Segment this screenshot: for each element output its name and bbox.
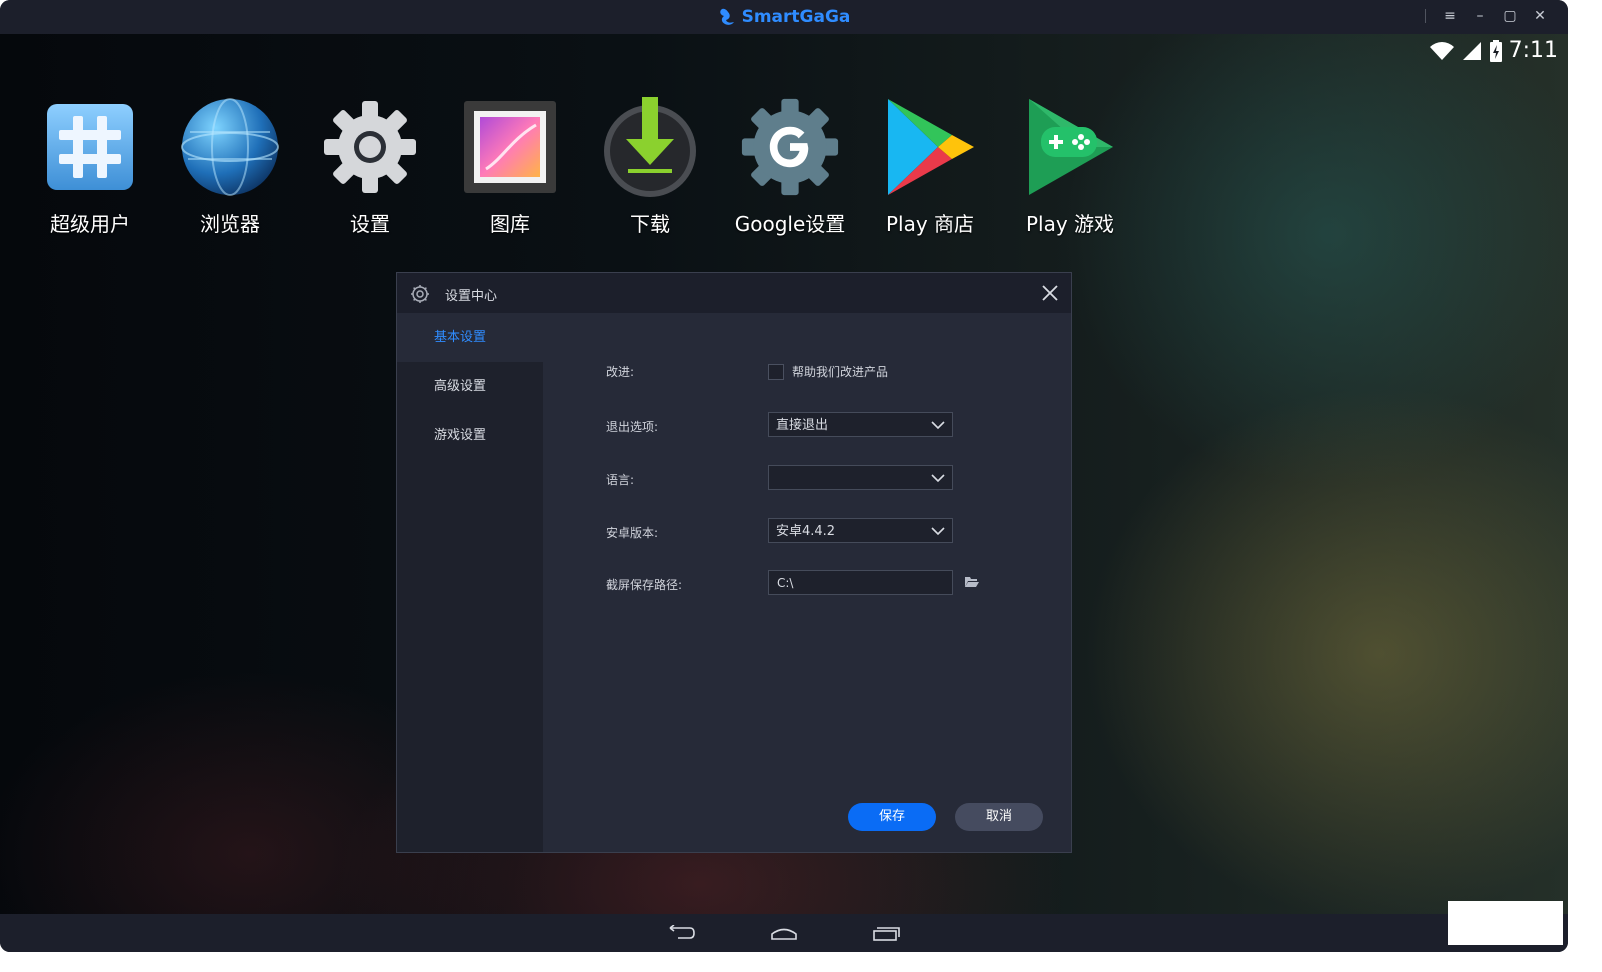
cancel-button[interactable]: 取消: [955, 803, 1043, 831]
recent-apps-button[interactable]: [870, 921, 902, 945]
google-settings-icon: [741, 98, 839, 196]
app-label: Play 商店: [885, 212, 975, 236]
settings-gear-icon: [411, 285, 429, 303]
screenshot-path-label: 截屏保存路径:: [606, 578, 683, 592]
home-icon: [771, 928, 797, 940]
app-shortcut-row: 超级用户 浏览器 设置 图库 下载 Google设置 Play 商店 Play …: [20, 94, 1140, 237]
folder-open-icon[interactable]: [964, 575, 980, 588]
recent-apps-icon: [873, 927, 900, 941]
android-status-bar: 7:11: [1429, 38, 1558, 63]
app-label: 浏览器: [200, 212, 260, 236]
signal-icon: [1462, 41, 1481, 60]
back-button[interactable]: [666, 921, 698, 945]
minimize-button[interactable]: –: [1472, 6, 1488, 26]
app-label: 下载: [630, 212, 670, 236]
app-label: 设置: [350, 212, 390, 236]
screenshot-path-input[interactable]: [768, 570, 953, 595]
title-bar: SmartGaGa ≡ – ▢ ✕: [0, 0, 1568, 34]
back-icon: [669, 925, 695, 939]
close-window-button[interactable]: ✕: [1532, 6, 1548, 26]
app-gallery[interactable]: 图库: [440, 94, 580, 237]
battery-charging-icon: [1489, 39, 1502, 62]
exit-option-select[interactable]: 直接退出: [768, 412, 953, 437]
play-store-icon: [888, 99, 974, 195]
language-select[interactable]: [768, 465, 953, 490]
android-screen: 7:11 超级用户 浏览器 设置 图库 下载 Google设置 Play 商店 …: [0, 34, 1568, 914]
superuser-icon: [47, 104, 133, 190]
sidebar-item-advanced-settings[interactable]: 高级设置: [397, 362, 543, 411]
android-version-select[interactable]: 安卓4.4.2: [768, 518, 953, 543]
app-download[interactable]: 下载: [580, 94, 720, 237]
app-google-settings[interactable]: Google设置: [720, 94, 860, 237]
app-label: Google设置: [734, 212, 846, 236]
save-button[interactable]: 保存: [848, 803, 936, 831]
dialog-header: 设置中心: [397, 273, 1071, 313]
menu-icon[interactable]: ≡: [1442, 6, 1458, 26]
gallery-icon: [464, 101, 556, 193]
exit-option-label: 退出选项:: [606, 420, 659, 434]
improve-product-checkbox[interactable]: [768, 364, 784, 380]
app-brand: SmartGaGa: [718, 7, 851, 27]
settings-dialog: 设置中心 基本设置 高级设置 游戏设置 改进: 帮助我们改进产品 退出选项: 直…: [397, 273, 1071, 852]
android-version-value: 安卓4.4.2: [776, 524, 836, 539]
chevron-down-icon: [931, 474, 945, 483]
app-browser[interactable]: 浏览器: [160, 94, 300, 237]
blank-overlay: [1448, 901, 1563, 945]
wifi-icon: [1429, 41, 1454, 60]
swan-logo-icon: [719, 8, 734, 25]
globe-icon: [181, 98, 279, 196]
improve-product-checkbox-label[interactable]: 帮助我们改进产品: [792, 363, 888, 380]
chevron-down-icon: [931, 527, 945, 536]
maximize-button[interactable]: ▢: [1502, 6, 1518, 26]
play-games-icon: [1029, 99, 1113, 195]
emulator-window: SmartGaGa ≡ – ▢ ✕ 7:11 超级用户 浏览器 设置 图库 下载…: [0, 0, 1568, 952]
app-label: 超级用户: [50, 212, 130, 236]
dialog-title: 设置中心: [445, 289, 498, 304]
improve-label: 改进:: [606, 365, 635, 379]
status-time: 7:11: [1508, 38, 1558, 63]
android-version-label: 安卓版本:: [606, 526, 659, 540]
app-label: 图库: [490, 212, 530, 236]
gear-icon: [324, 101, 416, 193]
android-navigation-bar: [0, 914, 1568, 952]
app-play-games[interactable]: Play 游戏: [1000, 94, 1140, 237]
exit-option-value: 直接退出: [776, 418, 829, 433]
controls-divider: [1425, 9, 1426, 23]
close-icon[interactable]: [1039, 282, 1061, 304]
download-icon: [604, 97, 696, 197]
sidebar-item-basic-settings[interactable]: 基本设置: [397, 313, 543, 362]
app-title: SmartGaGa: [741, 7, 851, 27]
app-settings[interactable]: 设置: [300, 94, 440, 237]
app-label: Play 游戏: [1025, 212, 1115, 236]
home-button[interactable]: [768, 921, 800, 945]
chevron-down-icon: [931, 421, 945, 430]
settings-sidebar: 基本设置 高级设置 游戏设置: [397, 313, 543, 852]
app-play-store[interactable]: Play 商店: [860, 94, 1000, 237]
app-superuser[interactable]: 超级用户: [20, 94, 160, 237]
sidebar-item-game-settings[interactable]: 游戏设置: [397, 411, 543, 460]
language-label: 语言:: [606, 473, 635, 487]
window-controls: ≡ – ▢ ✕: [1425, 6, 1548, 26]
